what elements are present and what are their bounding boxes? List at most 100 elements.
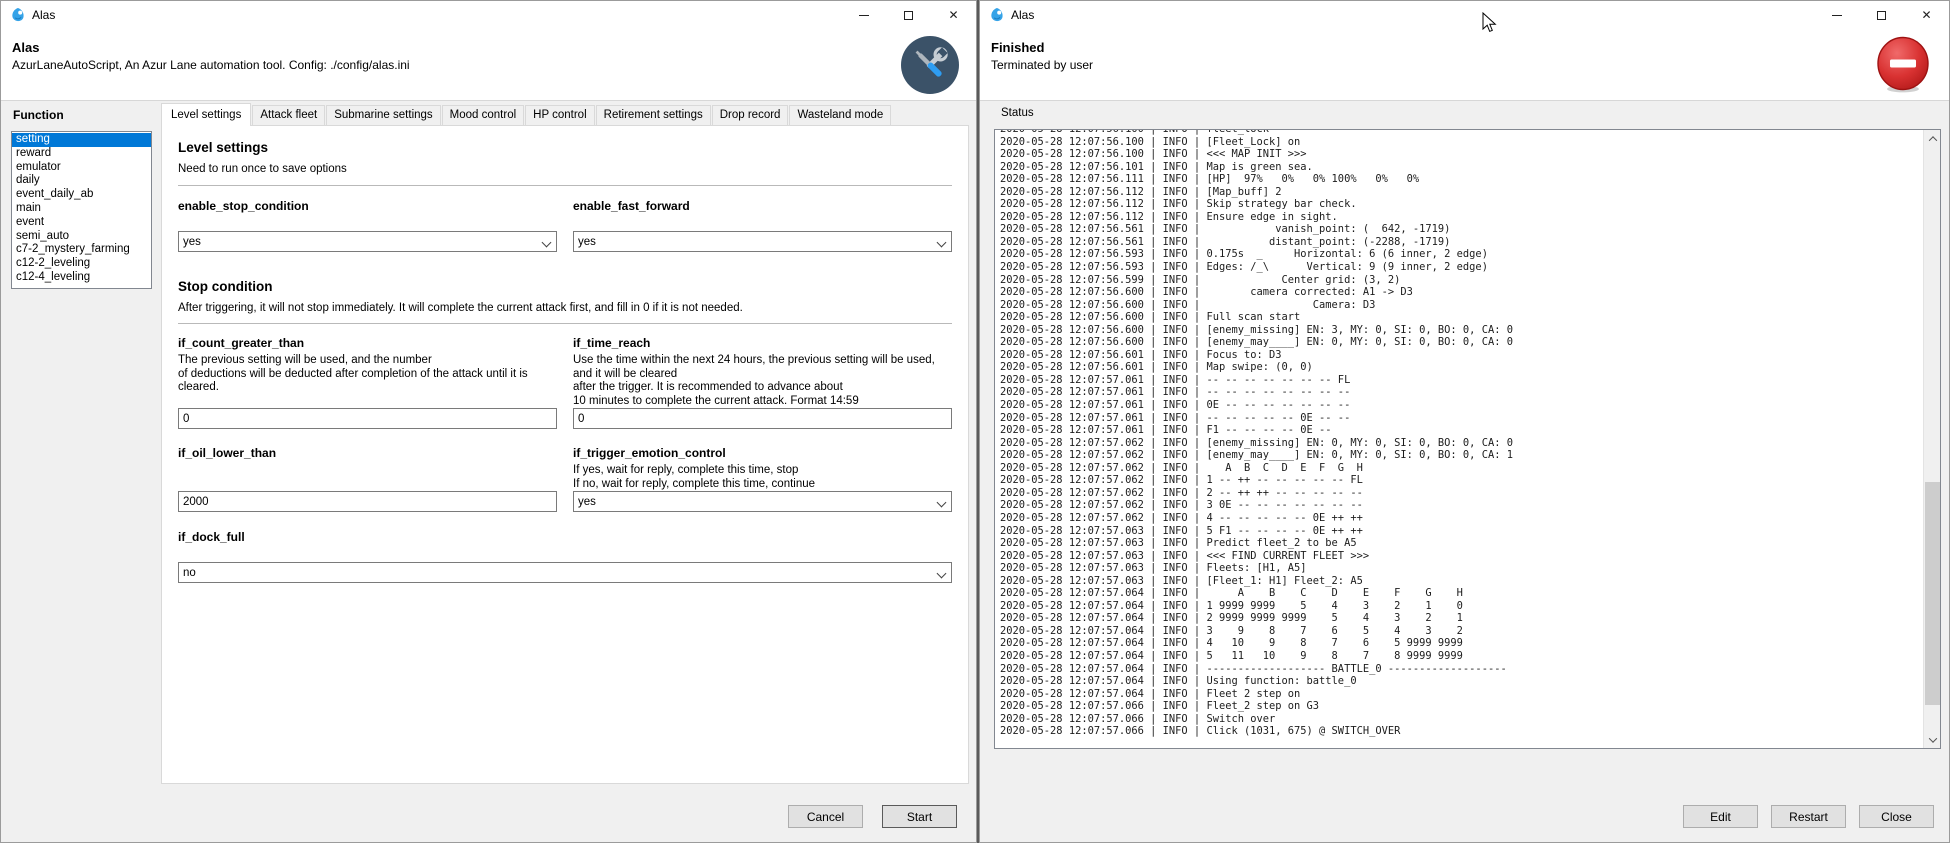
field-label-enable-fast-forward: enable_fast_forward xyxy=(573,199,952,214)
tab[interactable]: Wasteland mode xyxy=(789,105,891,125)
app-icon xyxy=(989,7,1005,23)
log-line: 2020-05-28 12:07:57.064 | INFO | Fleet 2… xyxy=(1000,688,1922,701)
log-line: 2020-05-28 12:07:57.066 | INFO | Click (… xyxy=(1000,725,1922,738)
scroll-up-button[interactable] xyxy=(1924,130,1941,147)
status-log-box[interactable]: 2020-05-28 12:07:56.100 | INFO | fleet_l… xyxy=(994,129,1941,749)
divider xyxy=(178,185,952,186)
app-header: Alas AzurLaneAutoScript, An Azur Lane au… xyxy=(1,29,976,101)
function-list-item[interactable]: event_daily_ab xyxy=(12,188,151,202)
minimize-button[interactable] xyxy=(1814,1,1859,29)
log-line: 2020-05-28 12:07:57.061 | INFO | -- -- -… xyxy=(1000,412,1922,425)
log-line: 2020-05-28 12:07:57.064 | INFO | 5 11 10… xyxy=(1000,650,1922,663)
section-desc-level-settings: Need to run once to save options xyxy=(178,162,952,176)
if-oil-lower-than-input[interactable] xyxy=(178,491,557,512)
alas-log-window: Alas ✕ Finished Terminated by user Statu… xyxy=(979,0,1950,843)
tab[interactable]: Submarine settings xyxy=(326,105,440,125)
field-help-if-time-reach: Use the time within the next 24 hours, t… xyxy=(573,354,952,408)
log-line: 2020-05-28 12:07:57.061 | INFO | -- -- -… xyxy=(1000,374,1922,387)
function-list-item[interactable]: c12-4_leveling xyxy=(12,271,151,285)
log-line: 2020-05-28 12:07:56.112 | INFO | Skip st… xyxy=(1000,198,1922,211)
alas-config-window: Alas ✕ Alas AzurLaneAutoScript, An Azur … xyxy=(0,0,977,843)
log-line: 2020-05-28 12:07:56.561 | INFO | distant… xyxy=(1000,236,1922,249)
log-line: 2020-05-28 12:07:56.593 | INFO | Edges: … xyxy=(1000,261,1922,274)
titlebar[interactable]: Alas ✕ xyxy=(980,1,1949,29)
tab[interactable]: Retirement settings xyxy=(596,105,711,125)
log-line: 2020-05-28 12:07:57.062 | INFO | 4 -- --… xyxy=(1000,512,1922,525)
scrollbar-thumb[interactable] xyxy=(1925,482,1940,704)
maximize-button[interactable] xyxy=(1859,1,1904,29)
log-line: 2020-05-28 12:07:56.600 | INFO | Camera:… xyxy=(1000,299,1922,312)
start-button[interactable]: Start xyxy=(882,805,957,828)
enable-stop-condition-select[interactable]: yes xyxy=(178,231,557,252)
select-value: yes xyxy=(578,236,596,248)
function-list-item[interactable]: semi_auto xyxy=(12,230,151,244)
log-line: 2020-05-28 12:07:57.062 | INFO | 2 -- ++… xyxy=(1000,487,1922,500)
tab[interactable]: Mood control xyxy=(442,105,524,125)
log-line: 2020-05-28 12:07:56.111 | INFO | [HP] 97… xyxy=(1000,173,1922,186)
result-subtitle: Terminated by user xyxy=(991,58,1093,72)
close-icon: ✕ xyxy=(1921,9,1931,21)
log-line: 2020-05-28 12:07:57.063 | INFO | Fleets:… xyxy=(1000,562,1922,575)
chevron-down-icon xyxy=(937,569,947,579)
close-button[interactable]: ✕ xyxy=(1904,1,1949,29)
log-line: 2020-05-28 12:07:56.100 | INFO | <<< MAP… xyxy=(1000,148,1922,161)
function-list-item[interactable]: reward xyxy=(12,147,151,161)
field-help-if-count-greater-than: The previous setting will be used, and t… xyxy=(178,354,557,395)
cancel-button[interactable]: Cancel xyxy=(788,805,863,828)
log-line: 2020-05-28 12:07:56.601 | INFO | Focus t… xyxy=(1000,349,1922,362)
titlebar[interactable]: Alas ✕ xyxy=(1,1,976,29)
window-title: Alas xyxy=(1011,8,1034,22)
log-line: 2020-05-28 12:07:56.601 | INFO | Map swi… xyxy=(1000,361,1922,374)
close-window-button[interactable]: Close xyxy=(1859,805,1934,828)
log-line: 2020-05-28 12:07:57.062 | INFO | A B C D… xyxy=(1000,462,1922,475)
log-line: 2020-05-28 12:07:56.600 | INFO | camera … xyxy=(1000,286,1922,299)
tab[interactable]: Attack fleet xyxy=(252,105,325,125)
log-line: 2020-05-28 12:07:57.063 | INFO | Predict… xyxy=(1000,537,1922,550)
enable-fast-forward-select[interactable]: yes xyxy=(573,231,952,252)
log-line: 2020-05-28 12:07:57.064 | INFO | 3 9 8 7… xyxy=(1000,625,1922,638)
restart-button[interactable]: Restart xyxy=(1771,805,1846,828)
if-trigger-emotion-control-select[interactable]: yes xyxy=(573,491,952,512)
function-list-item[interactable]: setting xyxy=(12,133,151,147)
stop-icon xyxy=(1874,36,1932,94)
chevron-down-icon xyxy=(542,238,552,248)
close-button[interactable]: ✕ xyxy=(931,1,976,29)
log-line: 2020-05-28 12:07:56.112 | INFO | [Map_bu… xyxy=(1000,186,1922,199)
window-title: Alas xyxy=(32,8,55,22)
if-dock-full-select[interactable]: no xyxy=(178,562,952,583)
status-log: 2020-05-28 12:07:56.100 | INFO | fleet_l… xyxy=(1000,129,1922,748)
function-list-item[interactable]: emulator xyxy=(12,161,151,175)
if-time-reach-input[interactable] xyxy=(573,408,952,429)
minimize-button[interactable] xyxy=(841,1,886,29)
select-value: yes xyxy=(578,496,596,508)
log-line: 2020-05-28 12:07:57.063 | INFO | [Fleet_… xyxy=(1000,575,1922,588)
function-list-item[interactable]: c7-2_mystery_farming xyxy=(12,243,151,257)
log-line: 2020-05-28 12:07:57.061 | INFO | 0E -- -… xyxy=(1000,399,1922,412)
log-line: 2020-05-28 12:07:57.061 | INFO | F1 -- -… xyxy=(1000,424,1922,437)
log-line: 2020-05-28 12:07:57.062 | INFO | [enemy_… xyxy=(1000,437,1922,450)
edit-button[interactable]: Edit xyxy=(1683,805,1758,828)
log-line: 2020-05-28 12:07:57.062 | INFO | 3 0E --… xyxy=(1000,499,1922,512)
field-label-enable-stop-condition: enable_stop_condition xyxy=(178,199,557,214)
function-list-item[interactable]: daily xyxy=(12,174,151,188)
maximize-button[interactable] xyxy=(886,1,931,29)
log-line: 2020-05-28 12:07:56.600 | INFO | Full sc… xyxy=(1000,311,1922,324)
log-line: 2020-05-28 12:07:57.063 | INFO | 5 F1 --… xyxy=(1000,525,1922,538)
tab[interactable]: Level settings xyxy=(161,103,251,126)
tools-icon xyxy=(901,36,959,94)
function-panel-label: Function xyxy=(13,108,64,122)
tab-bar: Level settingsAttack fleetSubmarine sett… xyxy=(161,102,892,125)
minimize-icon xyxy=(1832,15,1842,16)
function-list-item[interactable]: event xyxy=(12,216,151,230)
tab[interactable]: HP control xyxy=(525,105,594,125)
function-list-item[interactable]: main xyxy=(12,202,151,216)
log-line: 2020-05-28 12:07:56.600 | INFO | [enemy_… xyxy=(1000,324,1922,337)
select-value: no xyxy=(183,567,196,579)
log-scrollbar[interactable] xyxy=(1923,130,1940,748)
tab[interactable]: Drop record xyxy=(712,105,789,125)
function-list-item[interactable]: c12-2_leveling xyxy=(12,257,151,271)
if-count-greater-than-input[interactable] xyxy=(178,408,557,429)
scroll-down-button[interactable] xyxy=(1924,731,1941,748)
app-icon xyxy=(10,7,26,23)
log-line: 2020-05-28 12:07:56.593 | INFO | 0.175s … xyxy=(1000,248,1922,261)
